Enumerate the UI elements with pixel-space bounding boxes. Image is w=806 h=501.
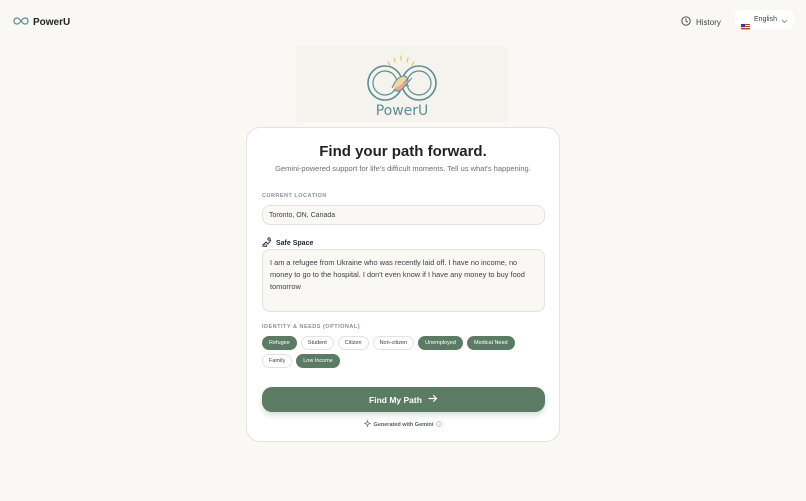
sparkle-icon xyxy=(363,419,372,429)
chip-refugee[interactable]: Refugee xyxy=(262,336,297,350)
find-my-path-button[interactable]: Find My Path xyxy=(262,387,545,412)
location-input[interactable] xyxy=(262,205,545,225)
language-label: English xyxy=(754,16,777,23)
info-icon[interactable] xyxy=(436,420,443,429)
identity-label: IDENTITY & NEEDS (OPTIONAL) xyxy=(262,324,361,330)
chip-medical-need[interactable]: Medical Need xyxy=(466,336,515,350)
language-selector[interactable]: English xyxy=(735,10,794,30)
infinity-hands-logo-icon xyxy=(367,55,437,101)
infinity-icon xyxy=(13,13,29,31)
brand-name: PowerU xyxy=(33,16,71,28)
clock-icon xyxy=(681,13,691,31)
logo-text: PowerU xyxy=(375,103,429,119)
location-label: CURRENT LOCATION xyxy=(262,193,327,199)
chip-non-citizen[interactable]: Non-citizen xyxy=(372,336,415,350)
chip-student[interactable]: Student xyxy=(300,336,334,350)
main-card: Find your path forward. Gemini-powered s… xyxy=(246,127,560,442)
history-label: History xyxy=(696,17,721,27)
brand[interactable]: PowerU xyxy=(13,13,70,31)
safe-space-label: Safe Space xyxy=(276,239,314,247)
generated-label: Generated with Gemini xyxy=(373,421,434,428)
chip-low-income[interactable]: Low Income xyxy=(296,354,340,368)
generated-with-gemini: Generated with Gemini xyxy=(247,419,559,429)
chip-unemployed[interactable]: Unemployed xyxy=(418,336,463,350)
cta-label: Find My Path xyxy=(369,394,422,405)
logo: PowerU xyxy=(296,46,508,122)
chip-citizen[interactable]: Citizen xyxy=(337,336,369,350)
page-subtitle: Gemini-powered support for life's diffic… xyxy=(275,164,531,173)
chip-family[interactable]: Family xyxy=(262,354,293,368)
page-title: Find your path forward. xyxy=(319,143,487,160)
arrow-right-icon xyxy=(428,394,438,405)
identity-chips: Refugee Student Citizen Non-citizen Unem… xyxy=(262,336,545,368)
chevron-down-icon xyxy=(781,11,788,29)
message-textarea[interactable]: I am a refugee from Ukraine who was rece… xyxy=(262,249,545,312)
history-button[interactable]: History xyxy=(681,13,721,31)
us-flag-icon xyxy=(741,17,750,30)
